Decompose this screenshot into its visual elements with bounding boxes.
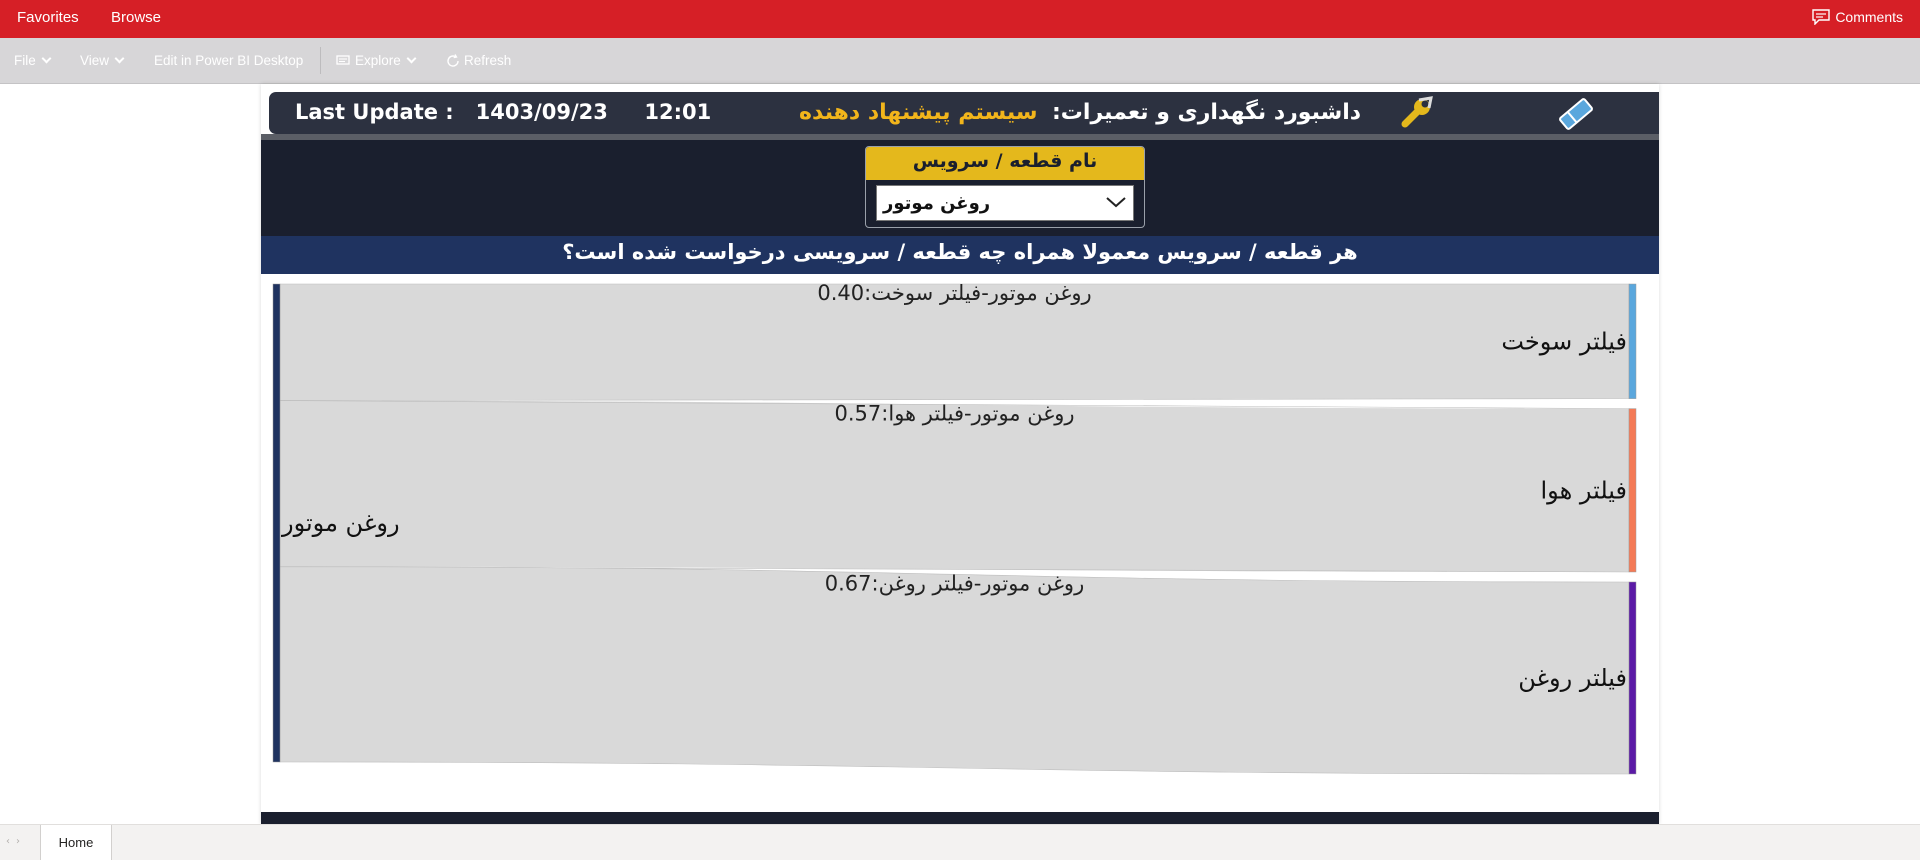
chevron-down-icon	[41, 53, 52, 64]
edit-label: Edit in Power BI Desktop	[154, 53, 304, 68]
file-menu[interactable]: File	[14, 53, 52, 68]
chevron-down-icon	[406, 53, 417, 64]
report-canvas: Last Update : 1403/09/23 12:01 سیستم پیش…	[261, 84, 1659, 824]
top-bar: Favorites Browse Comments	[0, 0, 1920, 38]
refresh-button[interactable]: Refresh	[446, 53, 511, 68]
sankey-target-label-2: فیلتر روغن	[1518, 664, 1627, 692]
explore-menu[interactable]: Explore	[336, 53, 417, 68]
browse-link[interactable]: Browse	[111, 9, 161, 26]
edit-in-desktop-button[interactable]: Edit in Power BI Desktop	[154, 53, 303, 68]
action-toolbar: File View Edit in Power BI Desktop Explo…	[0, 38, 1920, 84]
slicer-dropdown[interactable]: روغن موتور	[876, 185, 1134, 221]
chevron-down-icon	[1106, 197, 1126, 208]
refresh-icon	[447, 53, 459, 67]
sankey-source-label: روغن موتور	[281, 509, 400, 537]
chevron-down-icon	[114, 53, 125, 64]
sankey-chart[interactable]: روغن موتور-فیلتر سوخت:0.40 فیلتر سوخت روغن…	[261, 274, 1659, 804]
report-header: Last Update : 1403/09/23 12:01 سیستم پیش…	[269, 92, 1659, 134]
comments-label: Comments	[1835, 9, 1903, 25]
file-label: File	[14, 53, 36, 68]
sankey-link-2[interactable]	[279, 566, 1630, 775]
sankey-link-1[interactable]	[279, 400, 1630, 573]
sankey-link-label-1: روغن موتور-فیلتر هوا:0.57	[835, 402, 1075, 426]
view-menu[interactable]: View	[80, 53, 125, 68]
sankey-target-label-0: فیلتر سوخت	[1501, 327, 1627, 355]
page-tab-bar: ‹› Home	[0, 824, 1920, 860]
tab-home[interactable]: Home	[40, 825, 112, 860]
footer-strip	[261, 812, 1659, 824]
eraser-icon[interactable]	[1557, 96, 1595, 136]
sankey-target-node-1	[1628, 408, 1637, 573]
sankey-link-label-2: روغن موتور-فیلتر روغن:0.67	[825, 571, 1084, 595]
header-title-accent: سیستم پیشنهاد دهنده	[799, 100, 1038, 125]
tab-scroll-arrows[interactable]: ‹›	[6, 836, 26, 847]
last-update-text: Last Update : 1403/09/23 12:01	[295, 100, 712, 124]
sankey-target-label-1: فیلتر هوا	[1541, 476, 1628, 504]
wrench-icon	[1399, 96, 1435, 134]
explore-label: Explore	[355, 53, 401, 68]
comments-button[interactable]: Comments	[1812, 9, 1903, 25]
refresh-label: Refresh	[464, 53, 512, 68]
header-title: داشبورد نگهداری و تعمیرات:	[1052, 100, 1362, 125]
sankey-source-node	[272, 283, 281, 763]
slicer-title: نام قطعه / سرویس	[866, 147, 1144, 180]
sankey-target-node-2	[1628, 581, 1637, 775]
slicer-selected-value: روغن موتور	[883, 193, 991, 214]
toolbar-divider	[320, 47, 321, 74]
view-label: View	[80, 53, 110, 68]
explore-icon	[336, 54, 350, 65]
sankey-link-label-0: روغن موتور-فیلتر سوخت:0.40	[817, 281, 1091, 305]
section-question: هر قطعه / سرویس معمولا همراه چه قطعه / س…	[261, 236, 1659, 274]
comment-icon	[1812, 9, 1831, 25]
part-service-slicer[interactable]: نام قطعه / سرویس روغن موتور	[865, 146, 1145, 228]
favorites-link[interactable]: Favorites	[17, 9, 79, 26]
sankey-target-node-0	[1628, 283, 1637, 399]
